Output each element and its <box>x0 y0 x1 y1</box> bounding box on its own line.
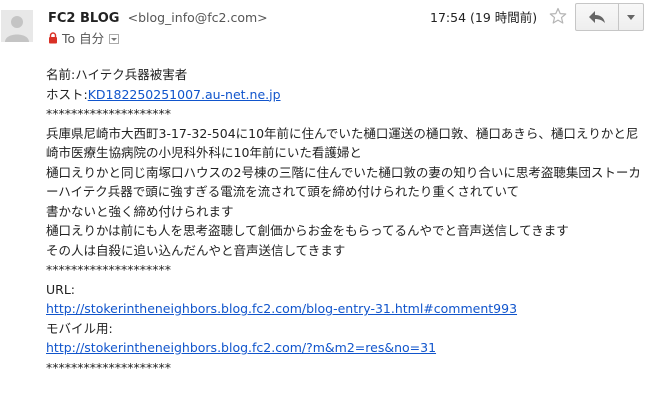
body-name-line: 名前:ハイテク兵器被害者 <box>46 67 188 82</box>
body-line-3: 書かないと強く締め付けられます <box>46 203 234 219</box>
avatar[interactable] <box>1 10 33 42</box>
lock-icon <box>49 32 57 44</box>
body-paragraph-1: 兵庫県尼崎市大西町3-17-32-504に10年前に住んでいた樋口運送の樋口敦、… <box>46 125 639 161</box>
recipient-line: To 自分 <box>48 30 120 47</box>
message-time[interactable]: 17:54 (19 時間前) <box>430 9 537 26</box>
url-label: URL: <box>46 281 76 297</box>
to-label: To <box>62 31 76 46</box>
divider-bottom: ******************** <box>46 359 171 375</box>
mobile-link[interactable]: http://stokerintheneighbors.blog.fc2.com… <box>46 340 436 355</box>
mobile-label: モバイル用: <box>46 320 113 336</box>
message-header: FC2 BLOG <blog_info@fc2.com> 17:54 (19 時… <box>0 0 650 62</box>
sender-name[interactable]: FC2 BLOG <box>48 11 119 26</box>
more-options-button[interactable] <box>618 3 644 31</box>
sender-line: FC2 BLOG <blog_info@fc2.com> <box>48 9 268 27</box>
sender-email: <blog_info@fc2.com> <box>127 10 268 25</box>
recipient-details-toggle[interactable] <box>109 34 120 44</box>
reply-arrow-icon <box>589 11 605 23</box>
body-host-line: ホスト:KD182250251007.au-net.ne.jp <box>46 85 646 105</box>
host-link[interactable]: KD182250251007.au-net.ne.jp <box>88 87 281 102</box>
url-link[interactable]: http://stokerintheneighbors.blog.fc2.com… <box>46 301 517 316</box>
message-body: 名前:ハイテク兵器被害者 ホスト:KD182250251007.au-net.n… <box>46 65 646 377</box>
divider-middle: ******************** <box>46 262 171 277</box>
host-label: ホスト: <box>46 86 88 102</box>
body-paragraph-4: 樋口えりかは前にも人を思考盗聴して創価からお金をもらってるんやでと音声送信してき… <box>46 223 569 238</box>
reply-button[interactable] <box>575 3 619 31</box>
body-paragraph-2: 樋口えりかと同じ南塚口ハウスの2号棟の三階に住んでいた樋口敦の妻の知り合いに思考… <box>46 164 641 200</box>
recipient-name[interactable]: 自分 <box>79 31 104 46</box>
star-icon[interactable] <box>548 6 568 26</box>
default-avatar-icon <box>1 10 33 42</box>
divider-top: ******************** <box>46 106 171 121</box>
body-line-5: その人は自殺に追い込んだんやと音声送信してきます <box>46 242 346 258</box>
chevron-down-icon <box>627 15 635 20</box>
